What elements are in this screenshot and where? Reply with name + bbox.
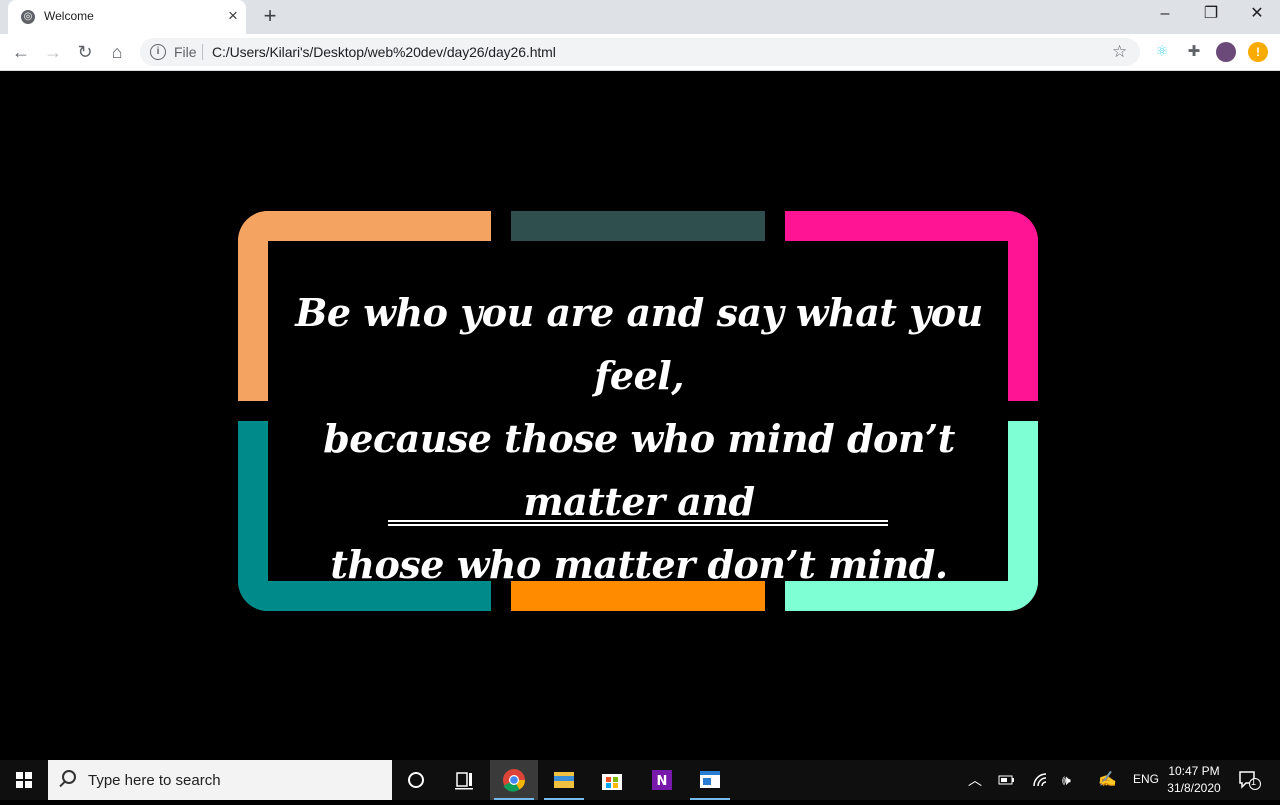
back-arrow-icon[interactable]: ← <box>8 39 34 65</box>
wifi-icon[interactable] <box>1032 772 1050 788</box>
address-separator <box>202 44 203 60</box>
reload-icon[interactable]: ↻ <box>72 39 98 65</box>
notification-count: 1 <box>1251 777 1257 787</box>
frame-right-upper <box>1008 211 1038 401</box>
store-icon <box>602 774 622 790</box>
tab-title: Welcome <box>44 9 94 23</box>
task-view-button[interactable] <box>440 760 488 800</box>
app-window-icon <box>700 771 720 788</box>
page-viewport: Be who you are and say what you feel, be… <box>0 71 1280 760</box>
new-tab-plus-icon[interactable]: + <box>258 5 282 29</box>
chevron-up-icon[interactable]: ︿ <box>968 770 982 790</box>
windows-taskbar: Type here to search N ︿ 🕪 ✍ ENG 10:47 PM… <box>0 760 1280 800</box>
double-line-divider <box>388 520 888 526</box>
puzzle-extension-icon[interactable]: ✚ <box>1184 42 1204 62</box>
tab-strip: ◎ Welcome × + – ❐ ✕ <box>0 0 1280 34</box>
clock-time: 10:47 PM <box>1168 764 1220 778</box>
clock-date: 31/8/2020 <box>1167 781 1221 795</box>
battery-icon[interactable] <box>998 774 1016 786</box>
notification-icon[interactable]: 1 <box>1238 770 1262 790</box>
quote-line: Be who you are and say what you feel, <box>295 290 983 398</box>
taskbar-store[interactable] <box>588 760 636 800</box>
quote-line: because those who mind don’t matter and <box>323 416 955 524</box>
frame-top-center <box>511 211 765 241</box>
chrome-icon <box>503 769 525 792</box>
notification-glyph <box>1239 771 1261 790</box>
clock[interactable]: 10:47 PM 31/8/2020 <box>1163 763 1225 797</box>
info-icon[interactable]: i <box>150 44 166 60</box>
tab-welcome[interactable]: ◎ Welcome × <box>8 0 246 34</box>
home-icon[interactable]: ⌂ <box>104 39 130 65</box>
cortana-circle-icon <box>408 772 424 788</box>
address-bar[interactable]: i File C:/Users/Kilari's/Desktop/web%20d… <box>140 38 1140 66</box>
scheme-label: File <box>174 44 197 60</box>
restore-button[interactable]: ❐ <box>1188 0 1234 30</box>
frame-left-upper <box>238 211 268 401</box>
close-window-button[interactable]: ✕ <box>1234 0 1280 30</box>
svg-text:N: N <box>657 774 668 789</box>
profile-avatar[interactable] <box>1216 42 1236 62</box>
taskbar-search-box[interactable]: Type here to search <box>48 760 392 800</box>
react-extension-icon[interactable]: ⚛ <box>1152 42 1172 62</box>
taskbar-chrome[interactable] <box>490 760 538 800</box>
file-explorer-icon <box>554 772 574 788</box>
pen-icon[interactable]: ✍ <box>1098 770 1117 788</box>
onenote-icon: N <box>652 770 672 790</box>
task-view-icon <box>455 772 473 790</box>
cortana-button[interactable] <box>392 760 440 800</box>
forward-arrow-icon[interactable]: → <box>40 39 66 65</box>
quote-text: Be who you are and say what you feel, be… <box>270 281 1008 596</box>
url-text[interactable]: C:/Users/Kilari's/Desktop/web%20dev/day2… <box>212 44 556 60</box>
start-button[interactable] <box>0 760 48 800</box>
quote-line: those who matter don’t mind. <box>330 542 948 587</box>
minimize-button[interactable]: – <box>1142 0 1188 30</box>
globe-icon: ◎ <box>21 10 35 24</box>
browser-toolbar: ← → ↻ ⌂ i File C:/Users/Kilari's/Desktop… <box>0 34 1280 71</box>
frame-top-left <box>238 211 491 241</box>
windows-logo-icon <box>16 772 32 788</box>
update-alert-icon[interactable]: ! <box>1248 42 1268 62</box>
taskbar-onenote[interactable]: N <box>638 760 686 800</box>
search-icon <box>62 770 76 784</box>
search-placeholder: Type here to search <box>88 772 221 789</box>
star-icon[interactable]: ☆ <box>1112 42 1127 62</box>
tab-close-icon[interactable]: × <box>224 7 242 25</box>
frame-top-right <box>785 211 1038 241</box>
taskbar-app[interactable] <box>686 760 734 800</box>
language-indicator[interactable]: ENG <box>1133 772 1159 786</box>
taskbar-file-explorer[interactable] <box>540 760 588 800</box>
volume-icon[interactable]: 🕪 <box>1062 772 1071 789</box>
